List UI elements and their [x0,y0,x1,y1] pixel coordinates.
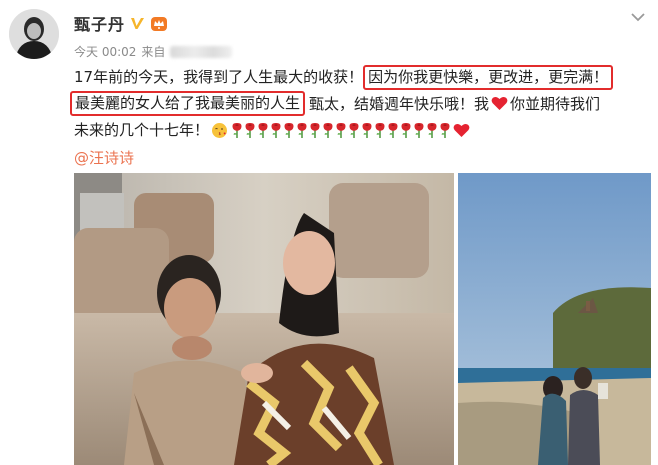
mention-link[interactable]: @汪诗诗 [74,147,134,168]
heart-emoji [491,97,508,111]
rose-emoji [323,122,333,138]
post-meta: 今天 00:02 来自 [74,43,233,60]
rose-emoji [414,122,424,138]
rose-emoji [336,122,346,138]
author-avatar[interactable] [9,9,59,59]
text-segment: 甄太，结婚週年快乐哦！我 [309,94,490,113]
text-line-3: 未来的几个十七年！ [74,117,654,144]
rose-emoji [310,122,320,138]
text-segment: 未来的几个十七年！ [74,121,210,139]
blurred-source [170,45,233,58]
verified-v-icon [131,17,145,29]
rose-emoji [284,122,294,138]
rose-emoji [271,122,281,138]
rose-emoji [362,122,372,138]
rose-emoji-group [230,117,451,144]
heart-emoji [453,123,470,137]
post-time[interactable]: 今天 00:02 [74,43,136,60]
rose-emoji [245,122,255,138]
author-name[interactable]: 甄子丹 [74,11,125,35]
vip-crown-icon[interactable] [150,15,168,32]
rose-emoji [401,122,411,138]
rose-emoji [232,122,242,138]
post-photo-2[interactable] [458,173,651,465]
kiss-emoji [212,122,228,138]
post-text: 17年前的今天，我得到了人生最大的收获！ 因为你我更快樂，更改进，更完满！ 最美… [70,64,654,144]
rose-emoji [427,122,437,138]
rose-emoji [440,122,450,138]
highlight-box-2: 最美麗的女人给了我最美丽的人生 [70,91,306,117]
rose-emoji [297,122,307,138]
rose-emoji [349,122,359,138]
author-row: 甄子丹 [74,11,168,35]
text-segment: 17年前的今天，我得到了人生最大的收获！ [74,68,364,86]
rose-emoji [258,122,268,138]
text-segment: 你並期待我们 [510,94,601,113]
source-prefix: 来自 [141,45,166,59]
post-photo-1[interactable] [74,173,454,465]
text-line-2: 最美麗的女人给了我最美丽的人生 甄太，结婚週年快乐哦！我 你並期待我们 [70,91,654,118]
text-line-1: 17年前的今天，我得到了人生最大的收获！ 因为你我更快樂，更改进，更完满！ [74,64,654,91]
rose-emoji [388,122,398,138]
highlight-box-1: 因为你我更快樂，更改进，更完满！ [363,64,614,90]
chevron-down-icon[interactable] [629,10,647,24]
rose-emoji [375,122,385,138]
mention-text[interactable]: @汪诗诗 [74,147,134,168]
